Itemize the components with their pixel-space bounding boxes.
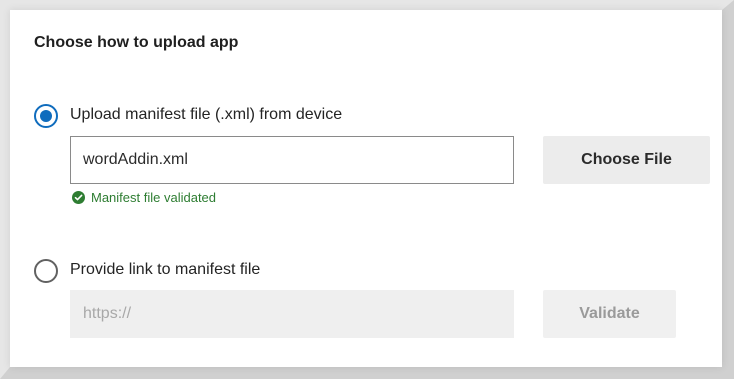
choose-file-button[interactable]: Choose File: [543, 136, 710, 184]
check-circle-icon: [72, 191, 85, 204]
manifest-link-placeholder: https://: [83, 305, 132, 322]
validate-button: Validate: [543, 290, 676, 338]
manifest-file-input[interactable]: wordAddin.xml: [70, 136, 514, 184]
upload-manifest-label[interactable]: Upload manifest file (.xml) from device: [70, 106, 342, 124]
panel-title: Choose how to upload app: [34, 34, 239, 51]
manifest-validated-status: Manifest file validated: [72, 190, 216, 205]
upload-manifest-radio[interactable]: [34, 104, 58, 128]
manifest-link-label[interactable]: Provide link to manifest file: [70, 261, 260, 279]
manifest-link-input: https://: [70, 290, 514, 338]
manifest-file-value: wordAddin.xml: [83, 151, 188, 168]
manifest-link-radio[interactable]: [34, 259, 58, 283]
upload-app-panel: Choose how to upload app Upload manifest…: [10, 10, 722, 367]
manifest-validated-text: Manifest file validated: [91, 190, 217, 205]
